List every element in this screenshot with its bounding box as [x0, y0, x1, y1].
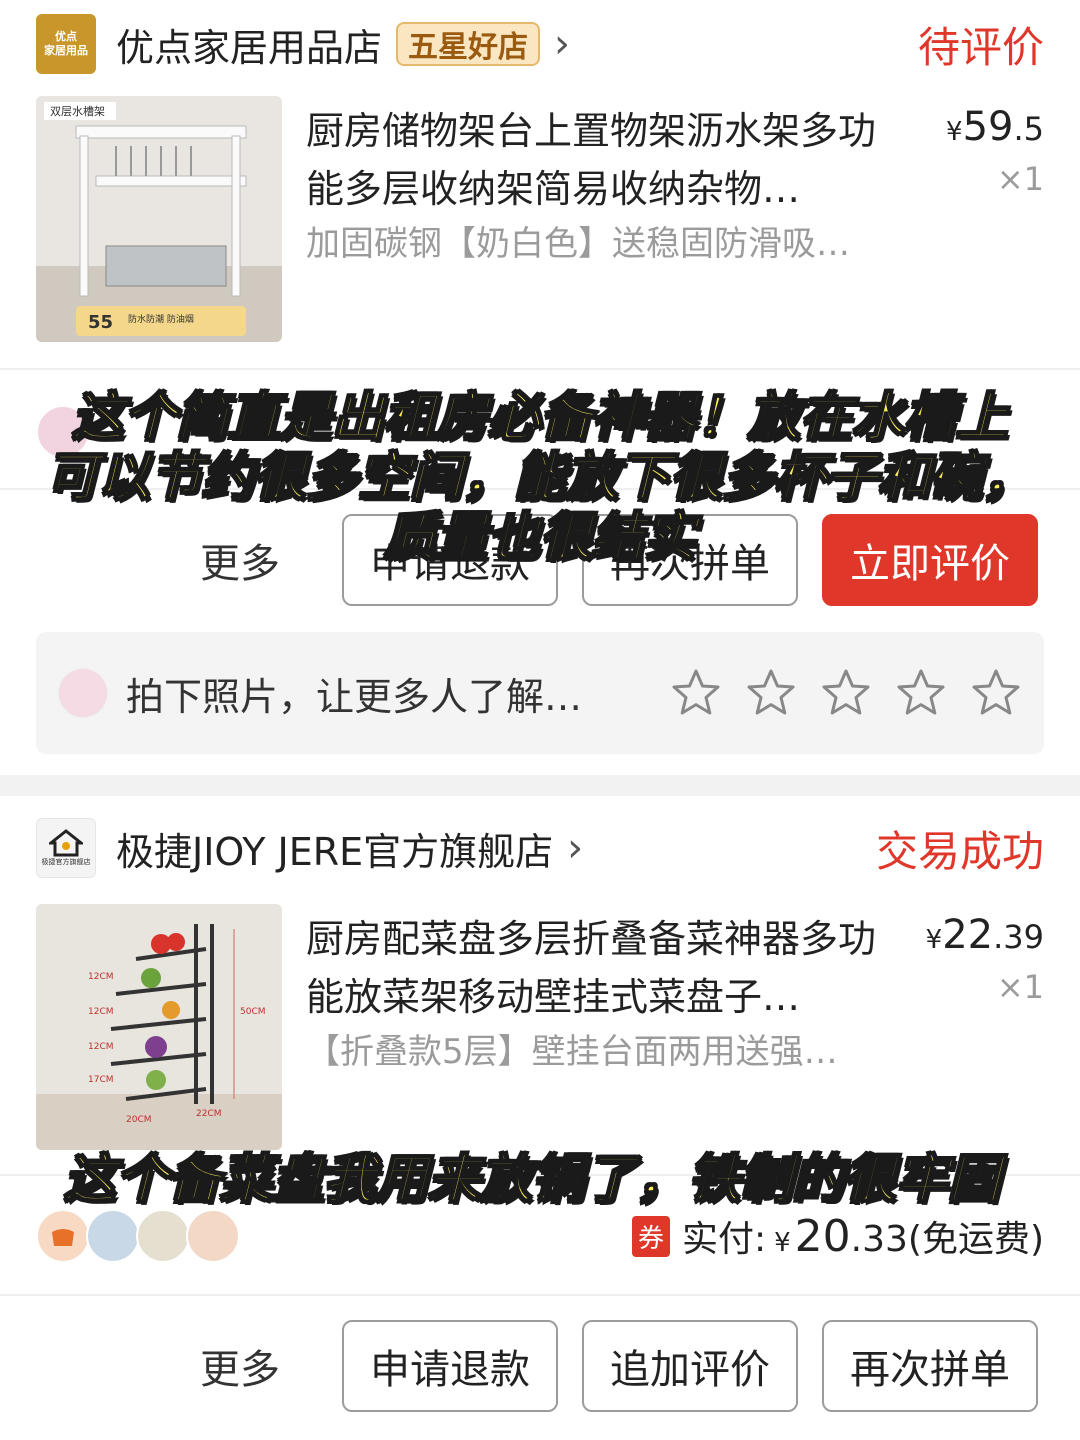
group-avatars: [36, 1209, 240, 1263]
svg-text:55: 55: [88, 312, 113, 333]
star-icon[interactable]: [820, 667, 872, 719]
svg-text:22CM: 22CM: [196, 1109, 222, 1119]
avatar: [58, 668, 108, 718]
product-item[interactable]: 双层水槽架 55 防水防潮 防油烟 厨房储物架台上置物架沥水架多功能多层收纳架简…: [36, 96, 1044, 346]
star-icon[interactable]: [970, 667, 1022, 719]
star-icon[interactable]: [670, 667, 722, 719]
coupon-icon: 券: [631, 1215, 670, 1257]
svg-text:50CM: 50CM: [240, 1007, 266, 1017]
product-price: ¥59.5: [946, 104, 1044, 150]
product-image-label: 双层水槽架: [50, 105, 105, 118]
star-icon[interactable]: [745, 667, 797, 719]
add-review-button[interactable]: 追加评价: [582, 1320, 798, 1412]
divider: [0, 1294, 1080, 1296]
product-title[interactable]: 厨房储物架台上置物架沥水架多功能多层收纳架简易收纳杂物…: [306, 102, 906, 218]
refund-button[interactable]: 申请退款: [342, 1320, 558, 1412]
product-spec: 【折叠款5层】壁挂台面两用送强…: [306, 1032, 838, 1072]
store-logo: 极捷官方旗舰店: [36, 818, 96, 878]
svg-text:防水防潮 防油烟: 防水防潮 防油烟: [128, 313, 194, 325]
more-button[interactable]: 更多: [200, 1337, 280, 1395]
svg-text:20CM: 20CM: [126, 1115, 152, 1125]
avatar: [186, 1209, 240, 1263]
divider: [0, 368, 1080, 370]
svg-text:12CM: 12CM: [88, 1007, 114, 1017]
caption-overlay: 这个备菜盘我用来放锅了，铁制的很牢固: [63, 1150, 1001, 1210]
svg-text:17CM: 17CM: [88, 1075, 114, 1085]
avatar: [86, 1209, 140, 1263]
store-header[interactable]: 优点 家居用品 优点家居用品店 五星好店 › 待评价: [36, 12, 1044, 76]
actual-payment: 券 实付: ¥ 20 .33 (免运费): [631, 1210, 1044, 1262]
product-image[interactable]: 双层水槽架 55 防水防潮 防油烟: [36, 96, 282, 342]
section-gap: [0, 775, 1080, 796]
product-spec: 加固碳钢【奶白色】送稳固防滑吸…: [306, 224, 850, 264]
product-item[interactable]: 50CM 12CM 12CM 12CM 17CM 20CM 22CM 厨房配菜盘…: [36, 904, 1044, 1154]
avatar: [136, 1209, 190, 1263]
action-buttons: 更多 申请退款 追加评价 再次拼单: [36, 1320, 1044, 1412]
order-status: 待评价: [917, 22, 1044, 72]
svg-text:12CM: 12CM: [88, 1042, 114, 1052]
caption-overlay: 这个简直是出租房必备神器！放在水槽上 可以节约很多空间，能放下很多杯子和碗， 质…: [45, 387, 1035, 569]
product-title[interactable]: 厨房配菜盘多层折叠备菜神器多功能放菜架移动壁挂式菜盘子…: [306, 910, 906, 1026]
star-rating[interactable]: [647, 667, 1022, 719]
store-name[interactable]: 优点家居用品店: [116, 17, 382, 72]
product-quantity: ×1: [996, 160, 1044, 198]
five-star-store-badge: 五星好店: [396, 22, 541, 66]
store-header[interactable]: 极捷官方旗舰店 极捷JIOY JERE官方旗舰店 › 交易成功: [36, 816, 1044, 880]
product-price: ¥22.39: [925, 912, 1044, 958]
house-icon: [49, 829, 83, 857]
chevron-right-icon[interactable]: ›: [554, 24, 570, 64]
review-prompt[interactable]: 拍下照片，让更多人了解…: [36, 632, 1044, 754]
order-card-2: 极捷官方旗舰店 极捷JIOY JERE官方旗舰店 › 交易成功 50CM 12C…: [0, 796, 1080, 1440]
product-image[interactable]: 50CM 12CM 12CM 12CM 17CM 20CM 22CM: [36, 904, 282, 1150]
avatar: [36, 1209, 90, 1263]
review-prompt-text[interactable]: 拍下照片，让更多人了解…: [126, 666, 582, 721]
svg-text:12CM: 12CM: [88, 972, 114, 982]
product-quantity: ×1: [996, 968, 1044, 1006]
star-icon[interactable]: [895, 667, 947, 719]
order-status: 交易成功: [875, 826, 1044, 876]
store-name[interactable]: 极捷JIOY JERE官方旗舰店: [116, 821, 553, 876]
store-logo: 优点 家居用品: [36, 14, 96, 74]
regroup-button[interactable]: 再次拼单: [822, 1320, 1038, 1412]
chevron-right-icon[interactable]: ›: [567, 828, 583, 868]
